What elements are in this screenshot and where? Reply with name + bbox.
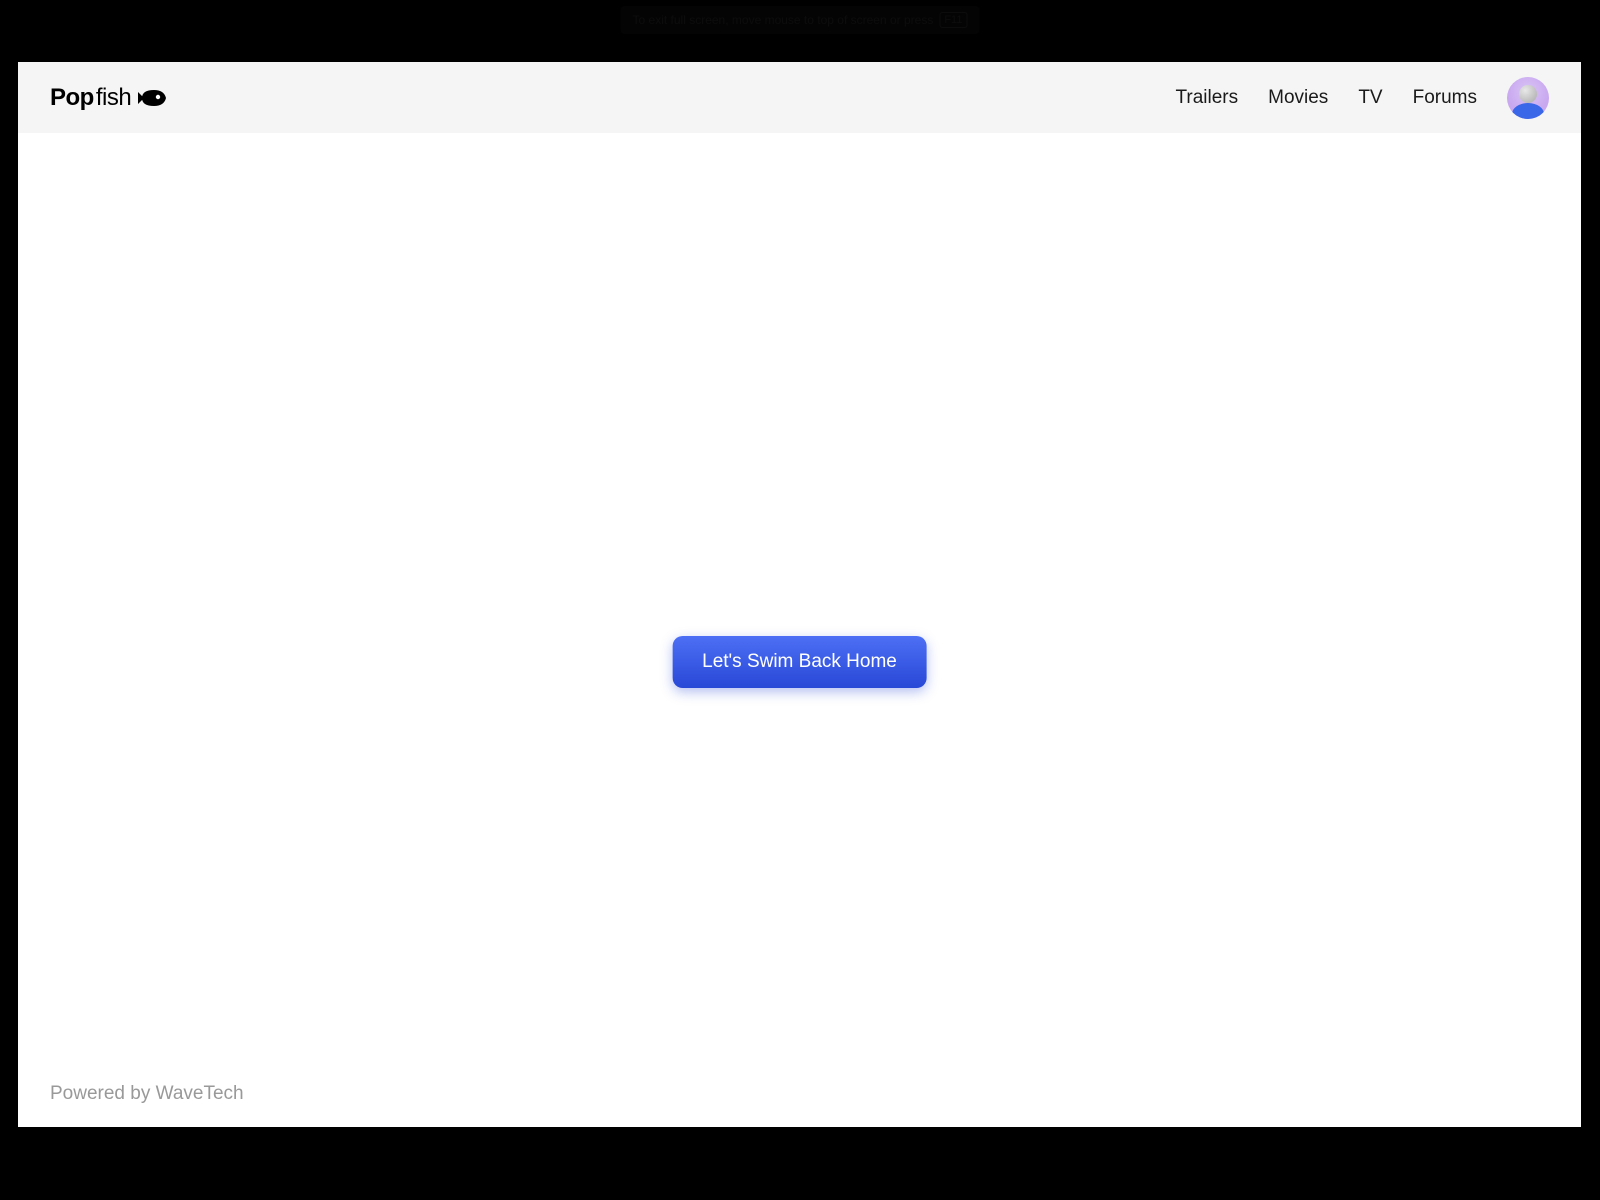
fish-icon [136, 88, 168, 108]
avatar-head-icon [1519, 85, 1537, 103]
page-container: Popfish Trailers Movies TV Forums Let's … [18, 62, 1581, 1127]
fullscreen-notice-text: To exit full screen, move mouse to top o… [633, 13, 934, 27]
swim-back-home-button[interactable]: Let's Swim Back Home [672, 636, 927, 688]
fullscreen-notice-key: F11 [939, 12, 967, 28]
avatar-body-icon [1512, 103, 1544, 119]
nav-link-movies[interactable]: Movies [1268, 87, 1328, 109]
footer: Powered by WaveTech [18, 1083, 1581, 1127]
logo[interactable]: Popfish [50, 84, 168, 112]
nav-link-forums[interactable]: Forums [1413, 87, 1477, 109]
nav-link-trailers[interactable]: Trailers [1175, 87, 1238, 109]
logo-text-light: fish [96, 84, 131, 112]
header: Popfish Trailers Movies TV Forums [18, 62, 1581, 133]
nav-link-tv[interactable]: TV [1358, 87, 1382, 109]
footer-text: Powered by WaveTech [50, 1083, 1549, 1105]
avatar[interactable] [1507, 77, 1549, 119]
logo-text-bold: Pop [50, 84, 94, 112]
fullscreen-notice: To exit full screen, move mouse to top o… [621, 6, 980, 34]
main-content: Let's Swim Back Home [18, 133, 1581, 1083]
nav-right: Trailers Movies TV Forums [1175, 77, 1549, 119]
